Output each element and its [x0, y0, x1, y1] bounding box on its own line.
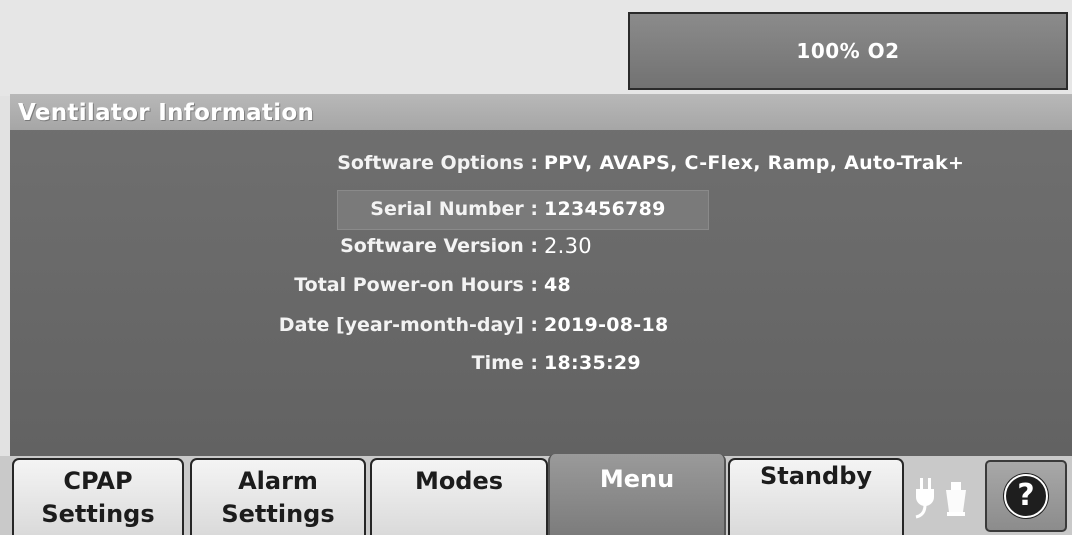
question-mark-icon: ? — [1004, 474, 1048, 518]
serial-number-label: Serial Number : — [370, 198, 538, 220]
tab-alarm-settings-line2: Settings — [221, 500, 335, 528]
info-row-time: Time : 18:35:29 — [10, 346, 1072, 380]
tab-standby[interactable]: Standby — [728, 458, 904, 535]
date-value: 2019-08-18 — [544, 314, 669, 336]
info-row-serial-number: Serial Number : 123456789 — [10, 192, 1072, 226]
o2-button[interactable]: 100% O2 — [628, 12, 1068, 90]
ac-power-plug-icon — [906, 464, 980, 530]
software-options-value: PPV, AVAPS, C-Flex, Ramp, Auto-Trak+ — [544, 152, 965, 174]
time-value: 18:35:29 — [544, 352, 641, 374]
power-on-hours-value: 48 — [544, 274, 572, 296]
software-version-label: Software Version : — [340, 235, 538, 257]
power-on-hours-label: Total Power-on Hours : — [294, 274, 538, 296]
software-version-value: 2.30 — [544, 234, 592, 258]
date-label: Date [year-month-day] : — [278, 314, 538, 336]
info-row-power-on-hours: Total Power-on Hours : 48 — [10, 268, 1072, 302]
tab-cpap-settings-line2: Settings — [41, 500, 155, 528]
tab-cpap-settings-line1: CPAP — [63, 467, 133, 495]
tab-cpap-settings[interactable]: CPAP Settings — [12, 458, 184, 535]
tab-alarm-settings-line1: Alarm — [238, 467, 318, 495]
time-label: Time : — [471, 352, 538, 374]
tab-menu-label: Menu — [599, 465, 675, 493]
help-button[interactable]: ? — [985, 460, 1067, 532]
tab-modes-label: Modes — [414, 467, 504, 495]
panel-title: Ventilator Information — [18, 100, 315, 126]
tab-modes[interactable]: Modes — [370, 458, 548, 535]
tab-standby-label: Standby — [759, 462, 873, 490]
serial-number-value: 123456789 — [544, 198, 666, 220]
tab-alarm-settings[interactable]: Alarm Settings — [190, 458, 366, 535]
info-row-date: Date [year-month-day] : 2019-08-18 — [10, 308, 1072, 342]
tab-menu[interactable]: Menu — [548, 454, 726, 535]
info-row-software-options: Software Options : PPV, AVAPS, C-Flex, R… — [10, 146, 1072, 180]
ventilator-screen: 100% O2 Ventilator Information Software … — [0, 0, 1072, 535]
software-options-label: Software Options : — [337, 152, 538, 174]
info-row-software-version: Software Version : 2.30 — [10, 229, 1072, 263]
